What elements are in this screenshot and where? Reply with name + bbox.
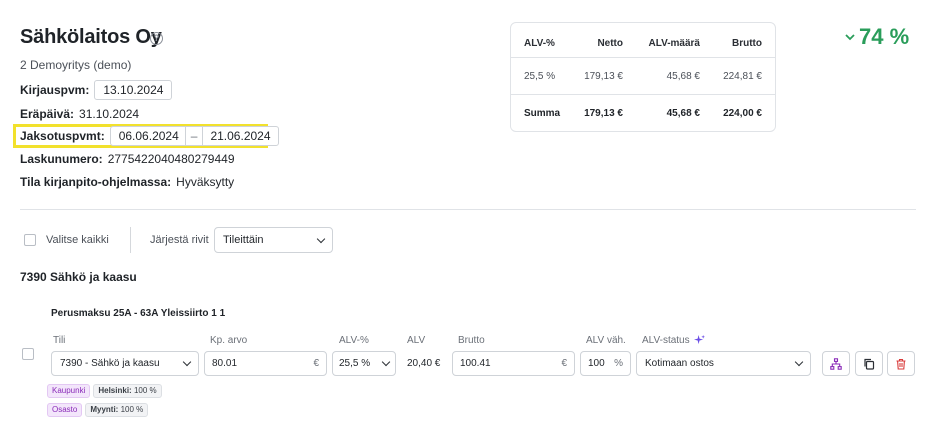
select-all-checkbox[interactable] — [24, 234, 36, 246]
chevron-down-icon — [845, 30, 855, 44]
dimension-value-name: Helsinki: — [98, 386, 132, 395]
vat-status-column-label: ALV-status — [642, 335, 705, 346]
vat-cell: 224,81 € — [723, 71, 762, 82]
company-subtitle: 2 Demoyritys (demo) — [20, 58, 132, 72]
booking-date-row: Kirjauspvm: 13.10.2024 — [20, 80, 173, 100]
chevron-down-icon — [381, 357, 391, 367]
chevron-down-icon — [316, 234, 326, 243]
vat-pct-value: 25,5 % — [339, 358, 371, 369]
dimension-value-name: Myynti: — [90, 405, 119, 414]
vat-header-cell: ALV-% — [524, 37, 555, 49]
due-date-label: Eräpäivä: — [20, 107, 75, 121]
vat-deduct-value: 100 — [588, 358, 605, 369]
dimension-tag[interactable]: Osasto — [47, 403, 83, 417]
vat-pct-column-label: ALV-% — [339, 335, 369, 346]
status-value: Hyväksytty — [176, 175, 235, 189]
copy-line-button[interactable] — [855, 351, 883, 376]
vat-summary-table: ALV-% Netto ALV-määrä Brutto 25,5 % 179,… — [510, 22, 776, 132]
vat-table-row: 25,5 % 179,13 € 45,68 € 224,81 € — [511, 57, 775, 93]
chevron-down-icon — [794, 357, 804, 367]
vat-sum-cell: 224,00 € — [723, 108, 762, 119]
sort-select[interactable]: Tileittäin — [214, 227, 333, 253]
amount-unit: € — [313, 358, 319, 369]
account-select[interactable]: 7390 - Sähkö ja kaasu — [51, 351, 199, 376]
booking-date-label: Kirjauspvm: — [20, 83, 90, 97]
dimension-value-tag[interactable]: Myynti: 100 % — [85, 403, 149, 417]
vat-table-header: ALV-% Netto ALV-määrä Brutto — [511, 35, 775, 51]
status-label: Tila kirjanpito-ohjelmassa: — [20, 175, 172, 189]
help-icon[interactable]: ? — [150, 32, 163, 45]
account-select-value: 7390 - Sähkö ja kaasu — [60, 358, 160, 369]
amount-input[interactable]: 80.01 € — [204, 351, 327, 376]
invoice-number-row: Laskunumero: 2775422040480279449 — [20, 152, 235, 166]
vat-header-cell: Brutto — [732, 37, 762, 49]
gross-input[interactable]: 100.41 € — [452, 351, 575, 376]
sparkle-icon — [693, 335, 705, 346]
vat-header-cell: ALV-määrä — [648, 37, 700, 49]
trash-icon — [895, 358, 907, 370]
gross-value: 100.41 — [460, 358, 491, 369]
invoice-number-value: 2775422040480279449 — [107, 152, 235, 166]
account-column-label: Tili — [53, 335, 66, 346]
split-dimensions-button[interactable] — [822, 351, 850, 376]
line-title: Perusmaksu 25A - 63A Yleissiirto 1 1 — [51, 308, 226, 319]
confidence-value: 74 % — [859, 24, 910, 49]
amount-column-label: Kp. arvo — [210, 335, 248, 346]
copy-icon — [863, 358, 875, 370]
account-group-title: 7390 Sähkö ja kaasu — [20, 270, 137, 284]
gross-unit: € — [561, 358, 567, 369]
confidence-toggle[interactable]: 74 % — [845, 24, 909, 50]
status-row: Tila kirjanpito-ohjelmassa: Hyväksytty — [20, 175, 234, 189]
amount-value: 80.01 — [212, 358, 238, 369]
period-row: Jaksotuspvmt: 06.06.2024 – 21.06.2024 — [20, 126, 279, 146]
section-divider — [20, 209, 916, 210]
booking-date-input[interactable]: 13.10.2024 — [94, 80, 173, 100]
period-label: Jaksotuspvmt: — [20, 129, 105, 143]
dimension-tag[interactable]: Kaupunki — [47, 384, 91, 398]
select-all-label: Valitse kaikki — [46, 234, 109, 246]
dimension-value-tag[interactable]: Helsinki: 100 % — [93, 384, 162, 398]
vat-deduct-column-label: ALV väh. — [586, 335, 626, 346]
line-checkbox[interactable] — [22, 348, 34, 360]
vat-pct-select[interactable]: 25,5 % — [332, 351, 396, 376]
vat-sum-cell: 179,13 € — [584, 108, 623, 119]
vat-table-sum-row: Summa 179,13 € 45,68 € 224,00 € — [511, 94, 775, 132]
sort-select-value: Tileittäin — [223, 234, 264, 246]
company-name: Sähkölaitos Oy — [20, 26, 162, 48]
period-separator: – — [184, 127, 204, 145]
period-range: 06.06.2024 – 21.06.2024 — [109, 126, 279, 146]
vat-sum-cell: 45,68 € — [666, 108, 700, 119]
dimension-value-pct: 100 % — [120, 405, 144, 414]
vat-status-select[interactable]: Kotimaan ostos — [636, 351, 811, 376]
due-date-value: 31.10.2024 — [79, 107, 140, 121]
vat-amount-value: 20,40 € — [407, 358, 441, 369]
sort-label: Järjestä rivit — [150, 234, 209, 246]
invoice-number-label: Laskunumero: — [20, 152, 103, 166]
dimension-value-pct: 100 % — [133, 386, 157, 395]
gross-column-label: Brutto — [458, 335, 485, 346]
vat-deduct-unit: % — [614, 358, 623, 369]
dimension-tag-row: Osasto Myynti: 100 % — [47, 403, 149, 417]
vat-status-value: Kotimaan ostos — [645, 358, 714, 369]
period-end-input[interactable]: 21.06.2024 — [203, 127, 277, 145]
vat-status-label-text: ALV-status — [642, 335, 690, 346]
vat-header-cell: Netto — [597, 37, 623, 49]
due-date-row: Eräpäivä: 31.10.2024 — [20, 107, 139, 121]
vat-sum-label: Summa — [524, 108, 561, 119]
vat-deduct-input[interactable]: 100 % — [580, 351, 631, 376]
vat-column-label: ALV — [407, 335, 426, 346]
period-start-input[interactable]: 06.06.2024 — [111, 127, 185, 145]
chevron-down-icon — [182, 357, 192, 367]
dimension-tag-row: Kaupunki Helsinki: 100 % — [47, 384, 162, 398]
delete-line-button[interactable] — [887, 351, 915, 376]
toolbar-divider — [130, 227, 131, 253]
vat-cell: 25,5 % — [524, 71, 556, 82]
vat-cell: 179,13 € — [584, 71, 623, 82]
hierarchy-icon — [830, 357, 842, 370]
vat-cell: 45,68 € — [666, 71, 700, 82]
